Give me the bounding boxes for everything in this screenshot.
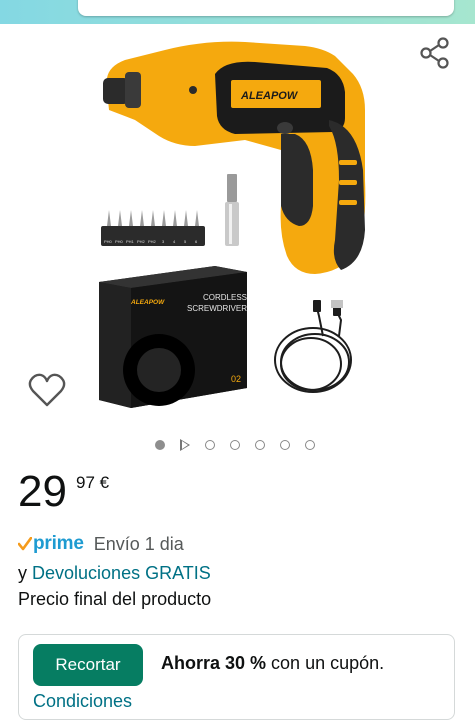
box-number: 02 bbox=[231, 374, 241, 384]
video-play-icon[interactable] bbox=[180, 439, 190, 451]
share-icon[interactable] bbox=[418, 36, 452, 70]
coupon-savings: Ahorra 30 % bbox=[161, 653, 267, 673]
svg-text:PH2: PH2 bbox=[148, 239, 157, 244]
box-text-line1: CORDLESS bbox=[203, 293, 247, 302]
delivery-text: Envío 1 dia bbox=[93, 533, 184, 554]
coupon-text-rest: con un cupón. bbox=[266, 653, 385, 673]
product-image[interactable]: ALEAPOW PH0 PH0 PH1 PH2 PH2 3 456 ALEAPOW CO… bbox=[95, 30, 385, 415]
conditions-link[interactable]: Condiciones bbox=[33, 691, 132, 712]
returns-prefix: y bbox=[18, 563, 27, 583]
top-search-bar bbox=[0, 0, 475, 24]
price-decimal: 97 € bbox=[76, 473, 110, 492]
box-text-line2: SCREWDRIVER bbox=[187, 304, 247, 313]
price-integer: 29 bbox=[18, 467, 67, 516]
heart-icon[interactable] bbox=[28, 373, 66, 409]
prime-label: prime bbox=[33, 533, 84, 554]
price: 29 97 € bbox=[18, 467, 109, 520]
svg-text:PH0: PH0 bbox=[104, 239, 113, 244]
svg-text:PH2: PH2 bbox=[137, 239, 146, 244]
gallery-dot[interactable] bbox=[280, 440, 290, 450]
svg-text:PH0: PH0 bbox=[115, 239, 124, 244]
gallery-dot-active[interactable] bbox=[155, 440, 165, 450]
drill-brand-label: ALEAPOW bbox=[240, 90, 299, 102]
prime-check-icon bbox=[18, 537, 32, 551]
search-input[interactable] bbox=[78, 0, 454, 16]
final-price-note: Precio final del producto bbox=[18, 589, 212, 609]
gallery-dot[interactable] bbox=[255, 440, 265, 450]
prime-badge: prime bbox=[18, 533, 84, 555]
gallery-indicator bbox=[155, 437, 330, 453]
clip-coupon-button[interactable]: Recortar bbox=[33, 644, 143, 686]
prime-row: prime Envío 1 dia bbox=[18, 532, 184, 556]
coupon-text: Ahorra 30 % con un cupón. bbox=[161, 653, 384, 674]
coupon-box: Recortar Ahorra 30 % con un cupón. Condi… bbox=[18, 634, 455, 720]
gallery-dot[interactable] bbox=[230, 440, 240, 450]
gallery-dot[interactable] bbox=[205, 440, 215, 450]
returns-line: y Devoluciones GRATIS bbox=[18, 563, 211, 584]
box-brand-label: ALEAPOW bbox=[130, 299, 165, 306]
svg-text:PH1: PH1 bbox=[126, 239, 135, 244]
returns-link[interactable]: Devoluciones GRATIS bbox=[32, 563, 211, 583]
gallery-dot[interactable] bbox=[305, 440, 315, 450]
